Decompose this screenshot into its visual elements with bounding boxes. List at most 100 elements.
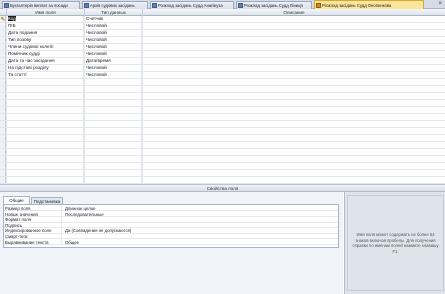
tab-lookup[interactable]: Подстановка [31, 197, 63, 204]
field-name-cell[interactable]: Код [7, 16, 84, 22]
description-cell[interactable] [143, 58, 445, 64]
table-row[interactable]: Та статті Числовой [0, 72, 445, 79]
data-type-cell[interactable] [85, 79, 142, 85]
table-row[interactable]: Дата та час засідання Дата/время [0, 58, 445, 65]
field-name-cell[interactable] [7, 128, 84, 134]
row-selector[interactable] [0, 114, 6, 120]
field-name-cell[interactable] [7, 149, 84, 155]
data-type-cell[interactable]: Числовой [85, 44, 142, 50]
description-cell[interactable] [143, 128, 445, 134]
property-value[interactable] [64, 234, 334, 239]
row-selector[interactable] [0, 72, 6, 78]
data-type-cell[interactable] [85, 142, 142, 148]
tab-schedule-1[interactable]: Розклад засідань Судд Анапікуза [150, 1, 234, 9]
description-cell[interactable] [143, 121, 445, 127]
data-type-cell[interactable] [85, 93, 142, 99]
tab-general[interactable]: Общие [3, 196, 30, 204]
row-selector[interactable] [0, 142, 6, 148]
row-selector[interactable] [0, 79, 6, 85]
row-selector[interactable] [0, 51, 6, 57]
row-selector[interactable] [0, 44, 6, 50]
table-row[interactable] [0, 114, 445, 121]
table-row[interactable] [0, 107, 445, 114]
field-name-cell[interactable]: Члени судової колегії [7, 44, 84, 50]
tab-schedule-2[interactable]: Розклад засідань Судд Ліниця [236, 1, 312, 9]
property-row[interactable]: Подпись [4, 222, 338, 229]
property-row[interactable]: Смарт-теги [4, 234, 338, 240]
field-name-cell[interactable] [7, 170, 84, 176]
field-name-cell[interactable] [7, 86, 84, 92]
field-name-cell[interactable]: Помічник судді [7, 51, 84, 57]
field-name-cell[interactable] [7, 79, 84, 85]
table-row[interactable]: Код Счетчик [0, 16, 445, 23]
description-cell[interactable] [143, 30, 445, 36]
row-selector[interactable] [0, 163, 6, 169]
description-cell[interactable] [143, 135, 445, 141]
table-row[interactable] [0, 170, 445, 177]
row-selector[interactable] [0, 65, 6, 71]
data-type-cell[interactable] [85, 170, 142, 176]
field-name-cell[interactable] [7, 93, 84, 99]
description-cell[interactable] [143, 93, 445, 99]
table-row[interactable]: Тип позову Числовой [0, 37, 445, 44]
field-name-cell[interactable]: Та статті [7, 72, 84, 78]
description-cell[interactable] [143, 65, 445, 71]
row-selector[interactable] [0, 149, 6, 155]
row-selector[interactable] [0, 30, 6, 36]
field-name-cell[interactable] [7, 100, 84, 106]
property-row[interactable]: Индексированное поле Да (Совпадения не до… [4, 228, 338, 234]
tab-schedule-active[interactable]: Розклад засідань Судд Онопенкова [314, 0, 424, 9]
property-value[interactable]: Длинное целое [64, 206, 334, 211]
description-cell[interactable] [143, 79, 445, 85]
row-selector[interactable] [0, 135, 6, 141]
data-type-cell[interactable]: Числовой [85, 37, 142, 43]
table-row[interactable] [0, 128, 445, 135]
table-row[interactable] [0, 86, 445, 93]
tab-accounting[interactable]: Бухгалтерія виплат за посади [2, 1, 80, 9]
field-name-cell[interactable] [7, 107, 84, 113]
field-name-cell[interactable] [7, 121, 84, 127]
field-name-cell[interactable]: Дата та час засідання [7, 58, 84, 64]
property-row[interactable]: Выравнивание текста Общее [4, 239, 338, 245]
table-row[interactable] [0, 177, 445, 184]
data-type-cell[interactable] [85, 114, 142, 120]
row-selector[interactable] [0, 170, 6, 176]
field-name-cell[interactable] [7, 135, 84, 141]
row-selector[interactable] [0, 58, 6, 64]
table-row[interactable] [0, 100, 445, 107]
table-row[interactable] [0, 163, 445, 170]
table-row[interactable]: Дата подання Числовой [0, 30, 445, 37]
table-row[interactable] [0, 79, 445, 86]
row-selector[interactable] [0, 100, 6, 106]
description-cell[interactable] [143, 163, 445, 169]
tab-archive[interactable]: Архів судових засідань [82, 1, 148, 9]
data-type-cell[interactable] [85, 86, 142, 92]
data-type-cell[interactable]: Числовой [85, 72, 142, 78]
table-row[interactable] [0, 135, 445, 142]
data-type-cell[interactable] [85, 100, 142, 106]
description-cell[interactable] [143, 156, 445, 162]
description-cell[interactable] [143, 114, 445, 120]
row-selector[interactable] [0, 23, 6, 29]
field-name-cell[interactable] [7, 142, 84, 148]
description-cell[interactable] [143, 16, 445, 22]
row-selector[interactable] [0, 121, 6, 127]
row-selector[interactable] [0, 177, 6, 183]
property-row[interactable]: Формат поля [4, 217, 338, 223]
description-cell[interactable] [143, 142, 445, 148]
property-row[interactable]: Размер поля Длинное целое [4, 206, 338, 212]
row-selector[interactable] [0, 37, 6, 43]
property-row[interactable]: Новые значения Последовательные [4, 211, 338, 217]
data-type-cell[interactable]: Дата/время [85, 58, 142, 64]
table-row[interactable] [0, 149, 445, 156]
data-type-cell[interactable]: Числовой [85, 30, 142, 36]
field-name-cell[interactable]: ПІБ [7, 23, 84, 29]
data-type-cell[interactable] [85, 121, 142, 127]
row-selector[interactable] [0, 93, 6, 99]
description-cell[interactable] [143, 37, 445, 43]
data-type-cell[interactable] [85, 156, 142, 162]
field-name-cell[interactable]: На підставі розділу [7, 65, 84, 71]
table-row[interactable]: ПІБ Числовой [0, 23, 445, 30]
data-type-cell[interactable] [85, 177, 142, 183]
data-type-cell[interactable]: Числовой [85, 65, 142, 71]
